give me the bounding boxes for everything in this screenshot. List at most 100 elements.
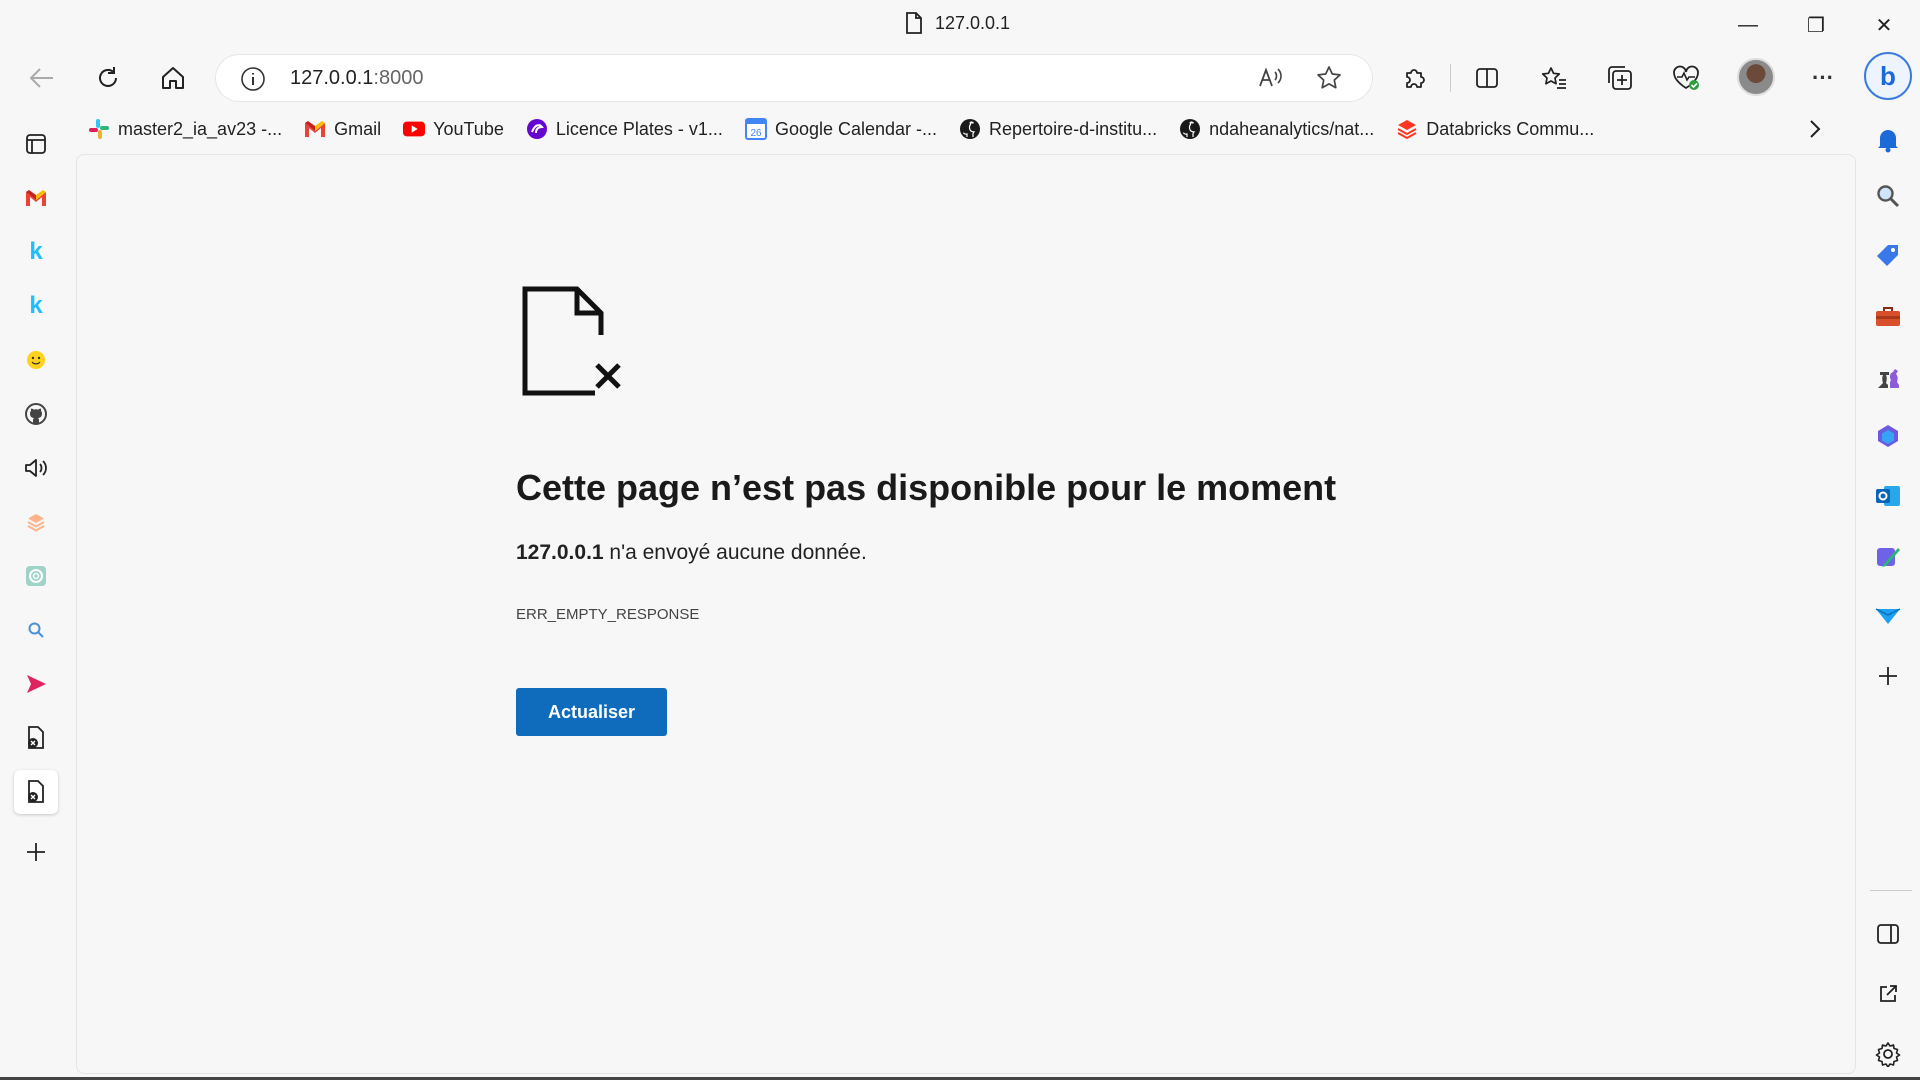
huggingface-icon [27,351,45,369]
address-bar[interactable]: 127.0.0.1:8000 [216,55,1372,101]
hide-sidebar-button[interactable] [1866,912,1910,956]
edge-sidebar [1860,110,1920,1080]
close-button[interactable]: ✕ [1856,8,1912,42]
tab-github[interactable] [14,392,58,436]
bing-icon: b [1880,60,1896,91]
bookmark-ndaheanalytics[interactable]: ndaheanalytics/nat... [1179,118,1374,140]
send-icon [1875,608,1901,624]
tab-actions-button[interactable] [14,122,58,166]
broken-page-icon [517,283,627,404]
restore-button[interactable]: ❐ [1788,8,1844,42]
browser-essentials-button[interactable] [1666,58,1706,98]
tab-media[interactable] [14,662,58,706]
favorite-star-icon[interactable] [1315,64,1343,97]
reload-icon [99,67,117,87]
minimize-icon: — [1738,13,1758,36]
drop-button[interactable] [1866,594,1910,638]
minimize-button[interactable]: — [1720,8,1776,42]
sidebar-settings-button[interactable] [1866,1032,1910,1076]
url-port: :8000 [373,67,424,89]
settings-more-button[interactable]: ··· [1803,58,1843,98]
page-content: Cette page n’est pas disponible pour le … [76,154,1856,1074]
heart-pulse-icon [1673,65,1699,90]
sidebar-panel-icon [1877,924,1899,944]
bookmark-google-calendar[interactable]: 26 Google Calendar -... [744,118,937,140]
extensions-button[interactable] [1395,58,1435,98]
calendar-icon: 26 [744,118,767,140]
close-icon: ✕ [1875,14,1893,37]
search-icon [1877,185,1900,208]
tab-databricks[interactable] [14,500,58,544]
split-screen-button[interactable] [1467,58,1507,98]
profile-avatar[interactable] [1737,58,1775,96]
bookmark-repertoire[interactable]: Repertoire-d-institu... [959,118,1157,140]
tab-kaggle-1[interactable]: k [14,230,58,274]
play-icon [27,675,46,693]
tab-chatgpt[interactable] [14,554,58,598]
designer-button[interactable] [1866,534,1910,578]
games-button[interactable] [1866,354,1910,398]
bookmarks-bar: master2_ia_av23 -... Gmail YouTube Licen… [88,113,1616,145]
databricks-icon [27,514,45,532]
bookmark-label: master2_ia_av23 -... [118,118,283,139]
bookmark-label: YouTube [433,118,504,139]
tab-huggingface[interactable] [14,338,58,382]
search-icon [28,622,44,638]
tag-icon [1877,245,1898,266]
puzzle-icon [1406,69,1425,88]
bookmark-databricks[interactable]: Databricks Commu... [1396,118,1594,140]
plus-icon [1879,667,1897,685]
refresh-button[interactable]: Actualiser [516,688,667,736]
youtube-icon [403,118,426,140]
error-message: n'a envoyé aucune donnée. [603,541,867,564]
sidebar-search-button[interactable] [1866,174,1910,218]
page-icon [906,12,922,34]
tools-button[interactable] [1866,294,1910,338]
tab-gmail[interactable] [14,176,58,220]
home-button[interactable] [153,58,193,98]
favorites-button[interactable] [1534,58,1574,98]
more-dots-icon: ··· [1812,65,1834,90]
page-error-icon [28,726,44,749]
github-icon [959,118,981,140]
add-sidebar-app-button[interactable] [1866,654,1910,698]
bookmark-gmail[interactable]: Gmail [304,118,381,140]
outlook-button[interactable] [1866,474,1910,518]
error-host: 127.0.0.1 [516,541,604,564]
bookmarks-overflow-button[interactable] [1800,113,1830,145]
kaggle-icon: k [29,292,43,319]
tab-error-page-1[interactable] [14,716,58,760]
bookmark-master2[interactable]: master2_ia_av23 -... [88,118,282,140]
bookmark-youtube[interactable]: YouTube [403,118,504,140]
url-host: 127.0.0.1 [290,67,374,89]
bookmark-licence-plates[interactable]: Licence Plates - v1... [526,118,723,140]
toolbox-icon [1876,307,1900,326]
shopping-button[interactable] [1866,234,1910,278]
reload-button[interactable] [88,58,128,98]
back-button[interactable] [22,58,62,98]
microsoft365-button[interactable] [1866,414,1910,458]
gmail-icon [304,118,326,140]
tab-audio[interactable] [14,446,58,490]
read-aloud-icon[interactable] [1256,64,1284,97]
back-arrow-icon [29,68,53,88]
copilot-bing-button[interactable]: b [1864,52,1912,100]
site-info-icon[interactable] [240,66,266,97]
url-text[interactable]: 127.0.0.1:8000 [290,67,423,90]
gear-icon [1875,1042,1901,1067]
new-tab-button[interactable] [14,830,58,874]
open-external-button[interactable] [1866,972,1910,1016]
window-title-text: 127.0.0.1 [935,12,1011,33]
notifications-button[interactable] [1866,118,1910,162]
toolbar-divider [1450,64,1451,92]
tab-error-page-active[interactable] [14,770,58,814]
chess-icon [1878,369,1899,388]
tab-search[interactable] [14,608,58,652]
slack-icon [88,118,110,140]
bookmark-label: Licence Plates - v1... [555,118,723,139]
gmail-icon [26,190,46,206]
outlook-icon [1876,486,1900,506]
error-code: ERR_EMPTY_RESPONSE [516,606,700,623]
collections-button[interactable] [1600,58,1640,98]
tab-kaggle-2[interactable]: k [14,284,58,328]
